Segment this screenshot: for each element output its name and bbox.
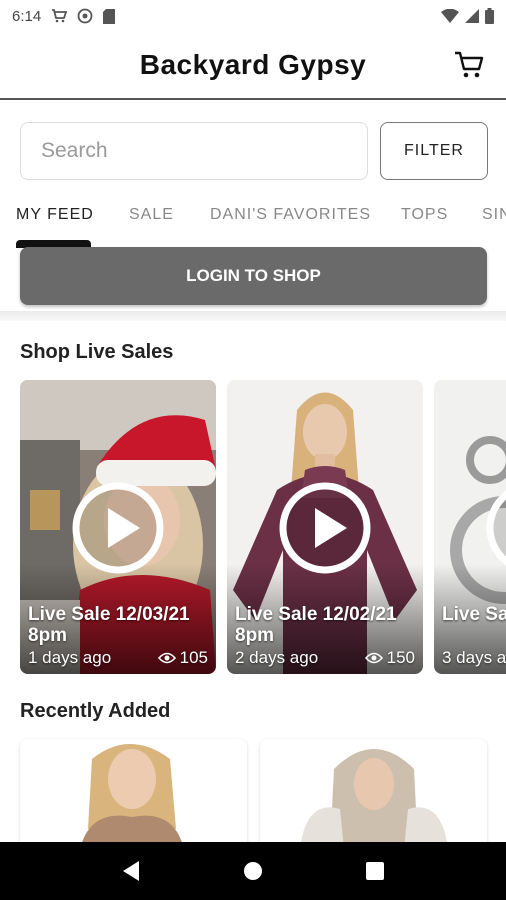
recently-added-heading: Recently Added [20, 700, 171, 722]
live-sale-meta: 2 days ago 150 [235, 648, 415, 668]
search-input[interactable] [20, 122, 368, 180]
live-sale-age: 3 days a [442, 648, 506, 667]
live-sale-meta: 3 days a [442, 648, 506, 668]
play-icon [72, 482, 164, 574]
product-image [260, 739, 487, 849]
login-to-shop-button[interactable]: LOGIN TO SHOP [20, 247, 487, 305]
tab-my-feed[interactable]: MY FEED [16, 206, 94, 224]
live-sale-card[interactable]: Live Sale 12/03/21 8pm 1 days ago 105 [20, 380, 216, 674]
app-header: Backyard Gypsy [0, 32, 506, 100]
back-button[interactable] [116, 856, 146, 886]
play-icon [279, 482, 371, 574]
search-row: FILTER [20, 122, 488, 180]
tab-tops[interactable]: TOPS [401, 206, 448, 224]
tab-sale[interactable]: SALE [129, 206, 174, 224]
live-sale-title: Live Sale 12/02/21 8pm [235, 604, 397, 646]
status-left: 6:14 [12, 7, 116, 25]
live-sale-title: Live Sa 9pm [442, 604, 506, 625]
signal-icon [465, 9, 479, 23]
cart-button[interactable] [452, 48, 486, 82]
live-sale-age: 2 days ago [235, 648, 319, 667]
live-sales-heading: Shop Live Sales [20, 341, 174, 363]
product-image [20, 739, 247, 849]
home-button[interactable] [238, 856, 268, 886]
live-sale-meta: 1 days ago 105 [28, 648, 208, 668]
eye-icon [364, 652, 383, 664]
home-circle-icon [244, 862, 262, 880]
back-triangle-icon [123, 861, 139, 881]
cart-notification-icon [51, 9, 68, 23]
sd-card-icon [103, 8, 116, 24]
status-bar: 6:14 [0, 0, 506, 32]
filter-button[interactable]: FILTER [380, 122, 488, 180]
view-count: 105 [157, 648, 208, 668]
section-divider [0, 311, 506, 321]
live-sale-card[interactable]: Live Sa 9pm 3 days a [434, 380, 506, 674]
view-count-value: 105 [179, 648, 208, 667]
play-icon [486, 490, 506, 566]
view-count-value: 150 [386, 648, 415, 667]
app-title: Backyard Gypsy [139, 49, 367, 80]
data-saver-icon [77, 8, 93, 24]
tab-danis-favorites[interactable]: DANI'S FAVORITES [210, 206, 371, 224]
recents-square-icon [366, 862, 384, 880]
live-sale-card[interactable]: Live Sale 12/02/21 8pm 2 days ago 150 [227, 380, 423, 674]
live-sale-title: Live Sale 12/03/21 8pm [28, 604, 190, 646]
wifi-icon [441, 9, 459, 23]
battery-icon [485, 8, 494, 24]
eye-icon [157, 652, 176, 664]
recents-button[interactable] [360, 856, 390, 886]
status-time: 6:14 [12, 7, 42, 25]
cart-icon [455, 51, 484, 78]
product-card[interactable] [260, 739, 487, 849]
tab-sin[interactable]: SIN [482, 206, 506, 224]
status-right [441, 8, 494, 24]
product-card[interactable] [20, 739, 247, 849]
view-count: 150 [364, 648, 415, 668]
system-nav-bar [0, 842, 506, 900]
live-sale-age: 1 days ago [28, 648, 112, 667]
